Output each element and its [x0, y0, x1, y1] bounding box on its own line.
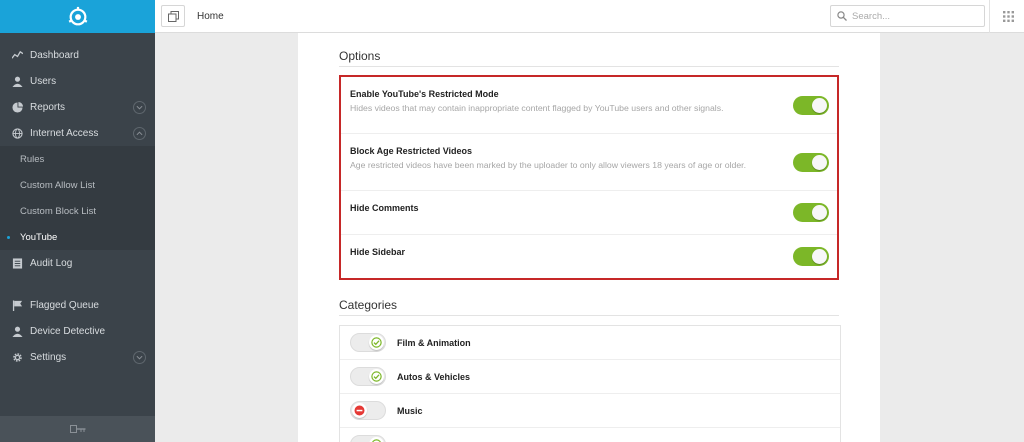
sidebar-item-label: Custom Allow List [20, 179, 95, 191]
sidebar-item-flagged-queue[interactable]: Flagged Queue [0, 292, 155, 318]
logo-icon [68, 6, 87, 25]
option-title: Block Age Restricted Videos [350, 146, 473, 156]
music-toggle[interactable] [350, 401, 386, 420]
chevron-down-icon[interactable] [133, 101, 146, 114]
category-label: Film & Animation [397, 338, 471, 348]
option-row-restricted-mode: Enable YouTube's Restricted Mode Hides v… [341, 77, 837, 134]
internet-access-submenu: Rules Custom Allow List Custom Block Lis… [0, 146, 155, 250]
sidebar-item-label: Users [30, 75, 57, 87]
sidebar-item-dashboard[interactable]: Dashboard [0, 42, 155, 68]
check-icon [369, 369, 384, 384]
sidebar-subitem-rules[interactable]: Rules [0, 146, 155, 172]
sidebar-item-label: Rules [20, 153, 45, 165]
top-bar: Home [155, 0, 1024, 33]
blocked-icon [352, 403, 367, 418]
sidebar-item-label: Settings [30, 351, 67, 363]
sidebar-item-label: Internet Access [30, 127, 99, 139]
option-row-hide-sidebar: Hide Sidebar [341, 235, 837, 278]
user-icon [11, 325, 23, 337]
option-title: Hide Sidebar [350, 247, 406, 257]
log-icon [11, 257, 23, 269]
options-heading: Options [339, 49, 381, 63]
sidebar-item-label: Custom Block List [20, 205, 97, 217]
sidebar-item-label: YouTube [20, 231, 58, 243]
check-icon [369, 437, 384, 442]
sidebar-item-label: Flagged Queue [30, 299, 99, 311]
option-description: Hides videos that may contain inappropri… [350, 103, 724, 113]
category-row-autos-vehicles: Autos & Vehicles [340, 360, 840, 394]
categories-heading: Categories [339, 298, 398, 312]
film-animation-toggle[interactable] [350, 333, 386, 352]
option-description: Age restricted videos have been marked b… [350, 160, 746, 170]
hide-comments-toggle[interactable] [793, 203, 829, 222]
option-title: Hide Comments [350, 203, 419, 213]
category-row-music: Music [340, 394, 840, 428]
chevron-down-icon[interactable] [133, 351, 146, 364]
category-label: Music [397, 406, 423, 416]
sidebar-item-reports[interactable]: Reports [0, 94, 155, 120]
sidebar: Dashboard Users Reports Internet Access [0, 0, 155, 442]
main-panel: Options Enable YouTube's Restricted Mode… [298, 33, 880, 442]
category-toggle[interactable] [350, 435, 386, 442]
collapse-icon [69, 425, 85, 433]
windows-icon [167, 10, 179, 22]
sidebar-subitem-custom-allow-list[interactable]: Custom Allow List [0, 172, 155, 198]
sidebar-subitem-youtube[interactable]: YouTube [0, 224, 155, 250]
sidebar-collapse-button[interactable] [0, 416, 155, 442]
check-icon [369, 335, 384, 350]
search-box[interactable] [830, 5, 985, 27]
options-list: Enable YouTube's Restricted Mode Hides v… [339, 75, 839, 280]
sidebar-item-label: Dashboard [30, 49, 79, 61]
globe-icon [11, 127, 23, 139]
search-input[interactable] [852, 10, 972, 22]
window-toggle-button[interactable] [161, 5, 185, 27]
chevron-up-icon[interactable] [133, 127, 146, 140]
sidebar-item-audit-log[interactable]: Audit Log [0, 250, 155, 276]
breadcrumb[interactable]: Home [197, 11, 224, 22]
options-divider [339, 66, 839, 67]
sidebar-item-label: Reports [30, 101, 66, 113]
option-row-hide-comments: Hide Comments [341, 191, 837, 235]
option-row-block-age-restricted: Block Age Restricted Videos Age restrict… [341, 134, 837, 191]
sidebar-item-label: Audit Log [30, 257, 73, 269]
sidebar-item-internet-access[interactable]: Internet Access [0, 120, 155, 146]
option-title: Enable YouTube's Restricted Mode [350, 89, 499, 99]
category-label: Autos & Vehicles [397, 372, 471, 382]
search-icon [837, 11, 847, 21]
sidebar-subitem-custom-block-list[interactable]: Custom Block List [0, 198, 155, 224]
sidebar-nav: Dashboard Users Reports Internet Access [0, 33, 155, 370]
category-row-film-animation: Film & Animation [340, 326, 840, 360]
sidebar-item-users[interactable]: Users [0, 68, 155, 94]
categories-divider [339, 315, 839, 316]
category-row-partial [340, 428, 840, 442]
block-age-restricted-toggle[interactable] [793, 153, 829, 172]
categories-list: Film & Animation Autos & Vehicles Music [339, 325, 841, 442]
restricted-mode-toggle[interactable] [793, 96, 829, 115]
apps-grid-icon[interactable] [1003, 11, 1014, 22]
autos-vehicles-toggle[interactable] [350, 367, 386, 386]
gear-icon [11, 351, 23, 363]
sidebar-item-device-detective[interactable]: Device Detective [0, 318, 155, 344]
flag-icon [11, 299, 23, 311]
sidebar-item-settings[interactable]: Settings [0, 344, 155, 370]
user-icon [11, 75, 23, 87]
logo-bar[interactable] [0, 0, 155, 33]
dashboard-icon [11, 49, 23, 61]
pie-chart-icon [11, 101, 23, 113]
sidebar-item-label: Device Detective [30, 325, 106, 337]
topbar-divider [989, 0, 990, 33]
hide-sidebar-toggle[interactable] [793, 247, 829, 266]
